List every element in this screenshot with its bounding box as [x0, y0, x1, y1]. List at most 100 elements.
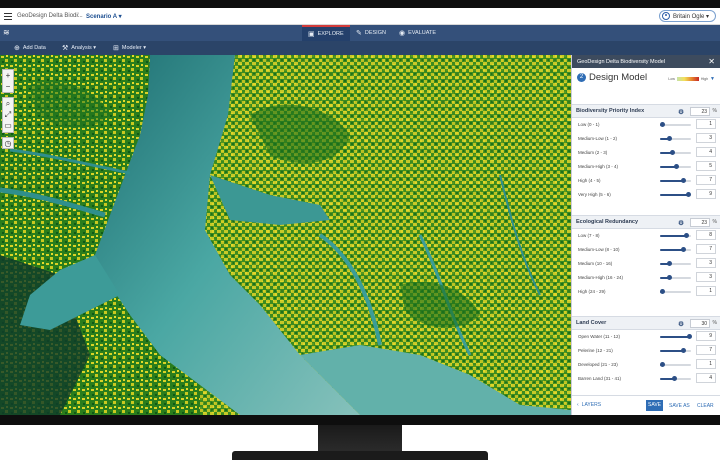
save-as-button[interactable]: SAVE AS — [669, 403, 690, 409]
menu-icon[interactable] — [4, 13, 12, 20]
tab-explore[interactable]: ▣ EXPLORE — [302, 25, 350, 41]
user-menu[interactable]: Britain Ogle ▾ — [658, 10, 716, 22]
slider-handle[interactable] — [681, 178, 687, 183]
weight-slider[interactable] — [660, 334, 693, 339]
weight-slider[interactable] — [660, 247, 691, 252]
slider-handle[interactable] — [687, 334, 693, 339]
section-title: Ecological Redundancy — [576, 219, 639, 225]
weight-slider[interactable] — [660, 348, 691, 353]
weight-slider[interactable] — [660, 275, 691, 280]
class-value-input[interactable]: 3 — [696, 272, 716, 282]
slider-handle[interactable] — [667, 275, 673, 280]
class-value-input[interactable]: 9 — [696, 189, 716, 199]
app-title[interactable]: GeoDesign Delta Biodi... — [17, 13, 83, 19]
slider-handle[interactable] — [671, 376, 677, 381]
class-row: Very High (5 - 6) 9 — [572, 188, 720, 202]
zoom-in-button[interactable]: + — [3, 70, 13, 81]
slider-handle[interactable] — [659, 289, 665, 294]
slider-handle[interactable] — [684, 233, 690, 238]
section-header[interactable]: Ecological Redundancy ⚙ 23% — [572, 215, 720, 229]
weight-slider[interactable] — [660, 150, 691, 155]
class-value-input[interactable]: 3 — [696, 258, 716, 268]
monitor-stand-base — [232, 451, 488, 460]
tab-evaluate[interactable]: ◉ EVALUATE — [393, 25, 442, 41]
weight-input[interactable]: 30 — [690, 319, 710, 328]
section-title: Land Cover — [576, 320, 607, 326]
class-label: Barren Land (31 - 41) — [578, 376, 622, 381]
weight-slider[interactable] — [660, 233, 691, 238]
eye-icon: ◉ — [399, 30, 406, 37]
zoom-controls: + − — [2, 69, 14, 93]
layers-link[interactable]: ‹ LAYERS — [577, 402, 601, 408]
analysis-menu[interactable]: ⚒ Analysis ▾ — [62, 44, 96, 52]
fullscreen-icon[interactable]: ⤢ — [3, 109, 13, 120]
close-icon[interactable]: ✕ — [708, 57, 715, 66]
class-value-input[interactable]: 1 — [696, 359, 716, 369]
weight-slider[interactable] — [659, 362, 691, 367]
weight-slider[interactable] — [659, 122, 691, 127]
layers-icon[interactable]: ≋ — [3, 29, 11, 37]
weight-slider[interactable] — [660, 261, 691, 266]
tab-design[interactable]: ✎ DESIGN — [350, 25, 392, 41]
weight-slider[interactable] — [660, 192, 691, 197]
chevron-down-icon[interactable]: ▼ — [710, 76, 715, 82]
screen: GeoDesign Delta Biodi... / Scenario A ▾ … — [0, 8, 720, 415]
panel-header: GeoDesign Delta Biodiversity Model ✕ — [572, 55, 720, 68]
legend-high-label: High — [700, 77, 709, 81]
tab-explore-label: EXPLORE — [317, 31, 344, 37]
slider-handle[interactable] — [670, 150, 676, 155]
compass-icon: ◷ — [4, 139, 12, 148]
percent-label: % — [712, 320, 717, 326]
zoom-out-button[interactable]: − — [3, 81, 13, 92]
section-header[interactable]: Biodiversity Priority Index ⚙ 23% — [572, 104, 720, 118]
slider-handle[interactable] — [659, 362, 665, 367]
weight-slider[interactable] — [659, 289, 691, 294]
class-label: Medium-Low (8 - 10) — [578, 247, 620, 252]
compass-button[interactable]: ◷ — [2, 137, 14, 149]
class-value-input[interactable]: 3 — [696, 133, 716, 143]
weight-slider[interactable] — [660, 376, 691, 381]
tab-evaluate-label: EVALUATE — [408, 30, 437, 36]
weight-slider[interactable] — [660, 178, 691, 183]
weight-input[interactable]: 23 — [690, 107, 710, 116]
slider-handle[interactable] — [673, 164, 679, 169]
class-value-input[interactable]: 7 — [696, 345, 716, 355]
class-label: Very High (5 - 6) — [578, 192, 611, 197]
class-value-input[interactable]: 8 — [696, 230, 716, 240]
modeler-menu[interactable]: ⊞ Modeler ▾ — [113, 44, 146, 52]
class-row: Open Water (11 - 12) 9 — [572, 330, 720, 344]
weight-slider[interactable] — [660, 164, 691, 169]
sliders-icon[interactable]: ⚙ — [678, 108, 684, 116]
class-value-input[interactable]: 1 — [696, 286, 716, 296]
clear-button[interactable]: CLEAR — [697, 403, 714, 409]
slider-handle[interactable] — [685, 192, 691, 197]
sliders-icon[interactable]: ⚙ — [678, 320, 684, 328]
weight-slider[interactable] — [660, 136, 691, 141]
class-value-input[interactable]: 9 — [696, 331, 716, 341]
search-icon[interactable]: ⌕ — [3, 98, 13, 109]
class-value-input[interactable]: 5 — [696, 161, 716, 171]
slider-handle[interactable] — [667, 261, 673, 266]
section-header[interactable]: Land Cover ⚙ 30% — [572, 316, 720, 330]
chevron-left-icon: ‹ — [577, 402, 579, 408]
slider-handle[interactable] — [659, 122, 665, 127]
class-value-input[interactable]: 4 — [696, 147, 716, 157]
class-value-input[interactable]: 7 — [696, 175, 716, 185]
class-value-input[interactable]: 1 — [696, 119, 716, 129]
class-label: Medium (2 - 3) — [578, 150, 608, 155]
avatar-icon — [661, 12, 670, 20]
extent-icon[interactable]: ▭ — [3, 120, 13, 131]
scenario-dropdown[interactable]: Scenario A ▾ — [86, 13, 122, 20]
class-value-input[interactable]: 4 — [696, 373, 716, 383]
map-view[interactable]: + − ⌕ ⤢ ▭ ◷ — [0, 55, 571, 415]
sliders-icon[interactable]: ⚙ — [678, 219, 684, 227]
priority-legend[interactable]: Low High ▼ — [668, 76, 715, 82]
class-value-input[interactable]: 7 — [696, 244, 716, 254]
slider-handle[interactable] — [667, 136, 673, 141]
slider-handle[interactable] — [681, 348, 687, 353]
slider-handle[interactable] — [681, 247, 687, 252]
weight-input[interactable]: 23 — [690, 218, 710, 227]
save-button[interactable]: SAVE — [646, 400, 663, 411]
class-label: Low (0 - 1) — [578, 122, 600, 127]
add-data-button[interactable]: ⊕ Add Data — [14, 44, 46, 52]
